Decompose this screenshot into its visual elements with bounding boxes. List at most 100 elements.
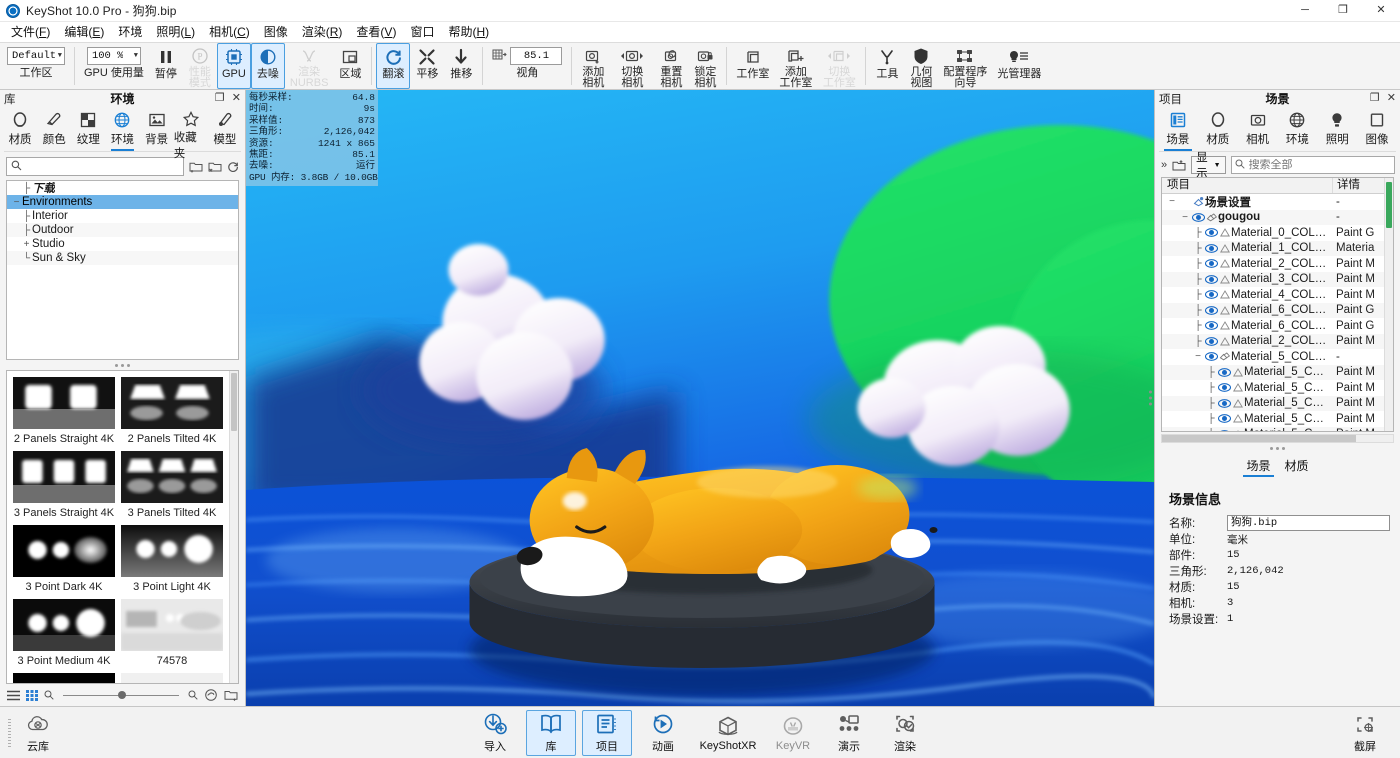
tools-button[interactable]: 工具: [870, 43, 904, 89]
visibility-eye-icon[interactable]: [1204, 244, 1218, 253]
project-tab-5[interactable]: 图像: [1357, 107, 1397, 151]
scene-tree-scrollbar[interactable]: [1384, 178, 1393, 431]
menu-item-0[interactable]: 文件(F): [4, 23, 57, 42]
visibility-eye-icon[interactable]: [1204, 352, 1218, 361]
library-tab-1[interactable]: 颜色: [37, 107, 71, 151]
scene-tree-row[interactable]: ├Material_3_COLOR_0Paint M: [1162, 272, 1384, 288]
visibility-eye-icon[interactable]: [1217, 430, 1231, 431]
dock-button-KeyShotXR[interactable]: KeyShotXR: [694, 710, 762, 756]
menu-item-2[interactable]: 环境: [111, 23, 149, 42]
tree-twisty-icon[interactable]: ├: [1192, 289, 1204, 300]
scene-search-box[interactable]: [1231, 156, 1395, 174]
visibility-eye-icon[interactable]: [1217, 414, 1231, 423]
dock-button-库[interactable]: 库: [526, 710, 576, 756]
scene-tree-row[interactable]: ├Material_6_COLOR_0Paint G: [1162, 318, 1384, 334]
visibility-eye-icon[interactable]: [1204, 321, 1218, 330]
dock-button-KeyVR[interactable]: KeyVR: [768, 710, 818, 756]
tree-twisty-icon[interactable]: ├: [1192, 258, 1204, 269]
library-thumbnails-scrollbar[interactable]: [229, 371, 238, 683]
library-tree-node-5[interactable]: └Sun & Sky: [7, 251, 238, 265]
add-camera-button[interactable]: 添加 相机: [576, 43, 610, 89]
visibility-eye-icon[interactable]: [1204, 228, 1218, 237]
studio-button[interactable]: 工作室: [731, 43, 774, 89]
viewport-right-splitter[interactable]: [1147, 389, 1154, 408]
library-search-box[interactable]: [6, 157, 184, 176]
float-panel-icon[interactable]: ❐: [215, 93, 225, 104]
tree-twisty-icon[interactable]: ├: [1205, 398, 1217, 409]
dock-button-动画[interactable]: 动画: [638, 710, 688, 756]
library-tab-2[interactable]: 纹理: [71, 107, 105, 151]
tree-twisty-icon[interactable]: −: [1192, 351, 1204, 362]
tree-twisty-icon[interactable]: ├: [21, 225, 32, 236]
minimize-button[interactable]: ─: [1286, 0, 1324, 22]
project-splitter-handle[interactable]: [1155, 443, 1400, 453]
maximize-button[interactable]: ❐: [1324, 0, 1362, 22]
dolly-button[interactable]: 推移: [444, 43, 478, 89]
scene-tree-row[interactable]: ├Material_1_COLOR_0Materia: [1162, 241, 1384, 257]
library-tab-4[interactable]: 背景: [140, 107, 174, 151]
scene-tree-row[interactable]: ├Material_5_COLOR_0Paint M: [1162, 365, 1384, 381]
grid-view-icon[interactable]: [26, 690, 38, 701]
workspace-combo[interactable]: Default ▼: [7, 47, 65, 65]
tree-twisty-icon[interactable]: └: [21, 253, 32, 264]
visibility-eye-icon[interactable]: [1204, 275, 1218, 284]
library-folder-tree[interactable]: ├下载−Environments├Interior├Outdoor+Studio…: [6, 180, 239, 360]
library-thumbnail-item[interactable]: [13, 673, 115, 683]
menu-item-7[interactable]: 查看(V): [349, 23, 403, 42]
menu-item-4[interactable]: 相机(C): [202, 23, 257, 42]
scene-tree-row[interactable]: ├Material_4_COLOR_0Paint M: [1162, 287, 1384, 303]
tree-twisty-icon[interactable]: ├: [1192, 274, 1204, 285]
switch-camera-button[interactable]: 切换 相机: [610, 43, 654, 89]
float-panel-icon[interactable]: ❐: [1370, 93, 1380, 104]
library-splitter-handle[interactable]: [0, 360, 245, 370]
dock-grip-handle[interactable]: [6, 716, 13, 750]
thumbnail-size-slider[interactable]: [63, 689, 179, 701]
project-panel-dock-label[interactable]: 项目: [1159, 91, 1182, 107]
geometry-view-button[interactable]: 几何 视图: [904, 43, 938, 89]
library-tree-node-2[interactable]: ├Interior: [7, 209, 238, 223]
scene-tree-row[interactable]: ├Material_0_COLOR_0Paint G: [1162, 225, 1384, 241]
scene-tree-row[interactable]: ├Material_5_COLOR...Paint M: [1162, 427, 1384, 432]
project-tab-1[interactable]: 材质: [1198, 107, 1238, 151]
zoom-out-icon[interactable]: [44, 690, 54, 700]
switch-studio-button[interactable]: 切换 工作室: [817, 43, 861, 89]
list-view-icon[interactable]: [7, 690, 20, 701]
menu-item-5[interactable]: 图像: [257, 23, 295, 42]
library-tree-node-0[interactable]: ├下载: [7, 181, 238, 195]
library-thumbnail-item[interactable]: 74578: [121, 599, 223, 673]
visibility-eye-icon[interactable]: [1204, 290, 1218, 299]
pan-button[interactable]: 平移: [410, 43, 444, 89]
scene-set-filter-icon[interactable]: [1172, 159, 1186, 172]
tree-twisty-icon[interactable]: ├: [1205, 367, 1217, 378]
tree-twisty-icon[interactable]: −: [11, 197, 22, 208]
tree-twisty-icon[interactable]: ├: [21, 183, 32, 194]
library-tab-6[interactable]: 模型: [208, 107, 242, 151]
library-tab-5[interactable]: 收藏夹: [174, 107, 208, 151]
dock-button-screenshot[interactable]: 截屏: [1340, 710, 1390, 756]
dock-button-cloud-library[interactable]: 云库: [13, 710, 63, 756]
visibility-eye-icon[interactable]: [1191, 213, 1205, 222]
menu-item-6[interactable]: 渲染(R): [295, 23, 350, 42]
region-button[interactable]: 区域: [333, 43, 367, 89]
reset-camera-button[interactable]: 重置 相机: [654, 43, 688, 89]
scene-tree-row[interactable]: ├Material_6_COLOR_0Paint G: [1162, 303, 1384, 319]
library-tab-0[interactable]: 材质: [3, 107, 37, 151]
dock-button-导入[interactable]: 导入: [470, 710, 520, 756]
visibility-eye-icon[interactable]: [1217, 399, 1231, 408]
visibility-eye-icon[interactable]: [1204, 306, 1218, 315]
open-folder-icon[interactable]: [224, 689, 238, 701]
library-search-input[interactable]: [26, 161, 179, 173]
render-nurbs-button[interactable]: 渲染 NURBS: [285, 43, 334, 89]
scene-tree-row[interactable]: −Material_5_COLOR_0-: [1162, 349, 1384, 365]
tree-twisty-icon[interactable]: ├: [21, 211, 32, 222]
config-wizard-button[interactable]: 配置程序 向导: [938, 43, 992, 89]
fov-input[interactable]: 85.1: [510, 47, 562, 65]
tree-twisty-icon[interactable]: ├: [1192, 243, 1204, 254]
tree-twisty-icon[interactable]: ├: [1192, 227, 1204, 238]
menu-item-3[interactable]: 照明(L): [149, 23, 202, 42]
library-thumbnail-item[interactable]: 2 Panels Straight 4K: [13, 377, 115, 451]
library-thumbnail-item[interactable]: [121, 673, 223, 683]
library-tree-node-4[interactable]: +Studio: [7, 237, 238, 251]
library-panel-dock-label[interactable]: 库: [4, 91, 16, 107]
show-dropdown-button[interactable]: 显示 ▼: [1191, 156, 1225, 174]
